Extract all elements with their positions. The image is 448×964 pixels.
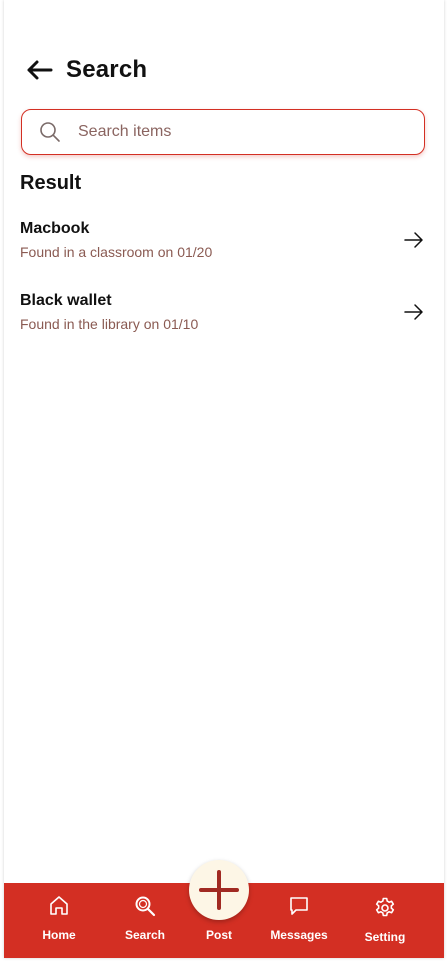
nav-item-messages[interactable]: Messages <box>259 883 339 958</box>
gear-icon <box>375 897 395 917</box>
item-subtitle: Found in the library on 01/10 <box>20 316 199 332</box>
nav-label-setting: Setting <box>364 930 406 944</box>
nav-item-home[interactable]: Home <box>19 883 99 958</box>
arrow-right-icon[interactable] <box>402 228 426 252</box>
arrow-left-icon <box>27 60 53 80</box>
item-subtitle: Found in a classroom on 01/20 <box>20 244 213 260</box>
search-icon <box>38 120 62 144</box>
app-screen: Search Result Macbook Found in a classro… <box>4 0 444 958</box>
search-bar[interactable] <box>21 109 425 155</box>
nav-label-home: Home <box>42 928 76 942</box>
arrow-right-icon[interactable] <box>402 300 426 324</box>
post-button[interactable] <box>189 860 249 920</box>
nav-label-post: Post <box>205 928 232 942</box>
message-icon <box>290 897 308 915</box>
home-icon <box>50 896 68 915</box>
back-button[interactable] <box>24 55 54 85</box>
result-list: Macbook Found in a classroom on 01/20 Bl… <box>20 216 426 360</box>
nav-item-search[interactable]: Search <box>105 883 185 958</box>
plus-icon <box>199 870 239 910</box>
nav-label-messages: Messages <box>270 928 328 942</box>
page-title: Search <box>66 56 148 83</box>
search-icon <box>135 896 156 917</box>
item-title: Black wallet <box>20 292 112 309</box>
search-input[interactable] <box>76 122 380 142</box>
result-item-black-wallet[interactable]: Black wallet Found in the library on 01/… <box>20 288 426 360</box>
nav-label-search: Search <box>124 928 166 942</box>
page-header: Search <box>24 52 147 88</box>
result-item-macbook[interactable]: Macbook Found in a classroom on 01/20 <box>20 216 426 288</box>
item-title: Macbook <box>20 220 90 237</box>
nav-item-setting[interactable]: Setting <box>345 883 425 958</box>
result-heading: Result <box>20 172 82 194</box>
